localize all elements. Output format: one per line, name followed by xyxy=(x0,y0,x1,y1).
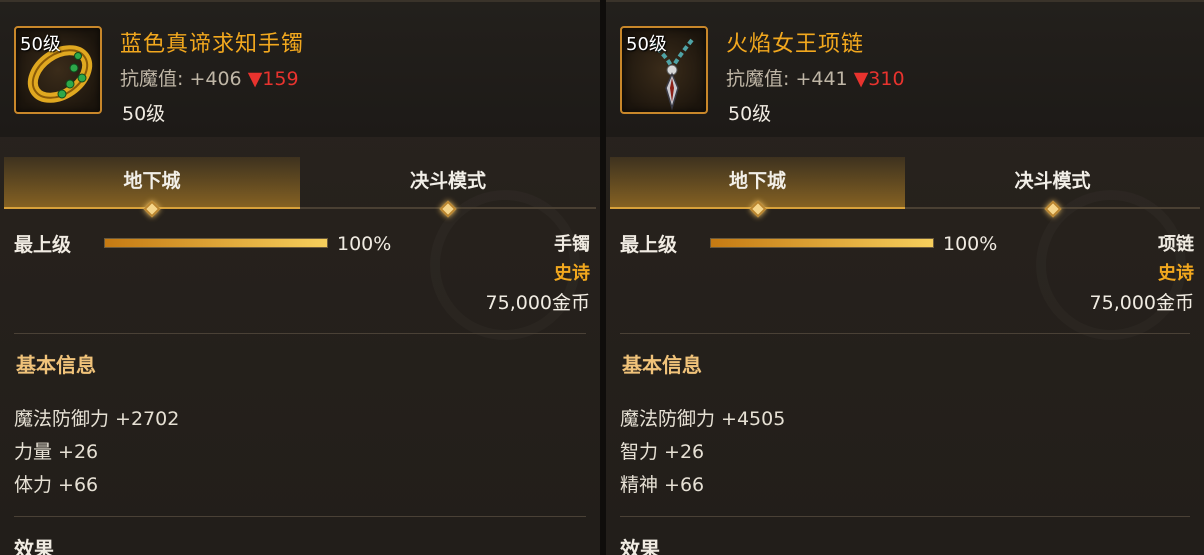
rank-percent: 100% xyxy=(337,233,392,255)
rank-label: 最上级 xyxy=(620,234,678,256)
magic-resist-line: 抗魔值: +406 ▼159 xyxy=(120,64,299,91)
tab-dungeon[interactable]: 地下城 xyxy=(610,157,905,218)
item-tooltip-left: 50级 蓝色真谛求知手镯 抗魔值: +406 ▼159 50级 地下城 决斗模式… xyxy=(0,0,600,555)
rank-progress-bar xyxy=(104,238,328,248)
required-level: 50级 xyxy=(728,103,772,125)
divider xyxy=(14,333,586,334)
item-tooltip-right: 50级 火焰女王项链 抗魔值: +441 ▼310 50级 地下城 决斗模式 最… xyxy=(606,0,1204,555)
sell-price: 75,000金币 xyxy=(485,292,590,314)
tab-duel-mode-label: 决斗模式 xyxy=(409,170,486,192)
effect-title: 效果 xyxy=(620,537,660,555)
magic-resist-diff: ▼159 xyxy=(247,68,299,90)
item-icon-frame[interactable]: 50级 xyxy=(14,26,102,114)
mode-tabs: 地下城 决斗模式 xyxy=(610,157,1200,218)
item-icon-frame[interactable]: 50级 xyxy=(620,26,708,114)
tab-diamond-icon xyxy=(143,200,161,218)
attribute-line: 魔法防御力 +2702 xyxy=(14,408,180,430)
rank-percent: 100% xyxy=(943,233,998,255)
item-header: 50级 蓝色真谛求知手镯 抗魔值: +406 ▼159 50级 xyxy=(0,0,600,137)
item-level-badge: 50级 xyxy=(20,34,61,55)
magic-resist-label: 抗魔值: xyxy=(726,68,790,90)
rarity-label: 史诗 xyxy=(1158,263,1194,284)
tab-duel-mode[interactable]: 决斗模式 xyxy=(905,157,1200,218)
attribute-line: 力量 +26 xyxy=(14,441,99,463)
rank-label: 最上级 xyxy=(14,234,72,256)
attribute-line: 精神 +66 xyxy=(620,474,705,496)
equipment-slot: 手镯 xyxy=(554,234,590,255)
magic-resist-diff: ▼310 xyxy=(853,68,905,90)
divider xyxy=(620,516,1190,517)
tab-dungeon-label: 地下城 xyxy=(728,170,786,192)
attribute-line: 魔法防御力 +4505 xyxy=(620,408,786,430)
mode-tabs: 地下城 决斗模式 xyxy=(4,157,596,218)
magic-resist-value: +441 xyxy=(795,68,848,90)
tab-dungeon[interactable]: 地下城 xyxy=(4,157,300,218)
tab-dungeon-label: 地下城 xyxy=(123,170,181,192)
attribute-line: 智力 +26 xyxy=(620,441,705,463)
basic-info-title: 基本信息 xyxy=(16,353,96,377)
item-name: 蓝色真谛求知手镯 xyxy=(120,32,305,57)
required-level: 50级 xyxy=(122,103,166,125)
rarity-label: 史诗 xyxy=(554,263,590,284)
item-header: 50级 火焰女王项链 抗魔值: +441 ▼310 50级 xyxy=(606,0,1204,137)
divider xyxy=(14,516,586,517)
equipment-slot: 项链 xyxy=(1158,234,1194,255)
tab-duel-mode-label: 决斗模式 xyxy=(1014,170,1091,192)
divider xyxy=(620,333,1190,334)
tab-duel-mode[interactable]: 决斗模式 xyxy=(300,157,596,218)
magic-resist-value: +406 xyxy=(189,68,242,90)
sell-price: 75,000金币 xyxy=(1089,292,1194,314)
magic-resist-label: 抗魔值: xyxy=(120,68,184,90)
item-level-badge: 50级 xyxy=(626,34,667,55)
rank-progress-fill xyxy=(105,239,327,247)
attribute-line: 体力 +66 xyxy=(14,474,99,496)
rank-progress-bar xyxy=(710,238,934,248)
basic-info-title: 基本信息 xyxy=(622,353,702,377)
magic-resist-line: 抗魔值: +441 ▼310 xyxy=(726,64,905,91)
effect-title: 效果 xyxy=(14,537,54,555)
rank-progress-fill xyxy=(711,239,933,247)
tab-diamond-icon xyxy=(749,200,766,218)
item-name: 火焰女王项链 xyxy=(726,32,865,57)
